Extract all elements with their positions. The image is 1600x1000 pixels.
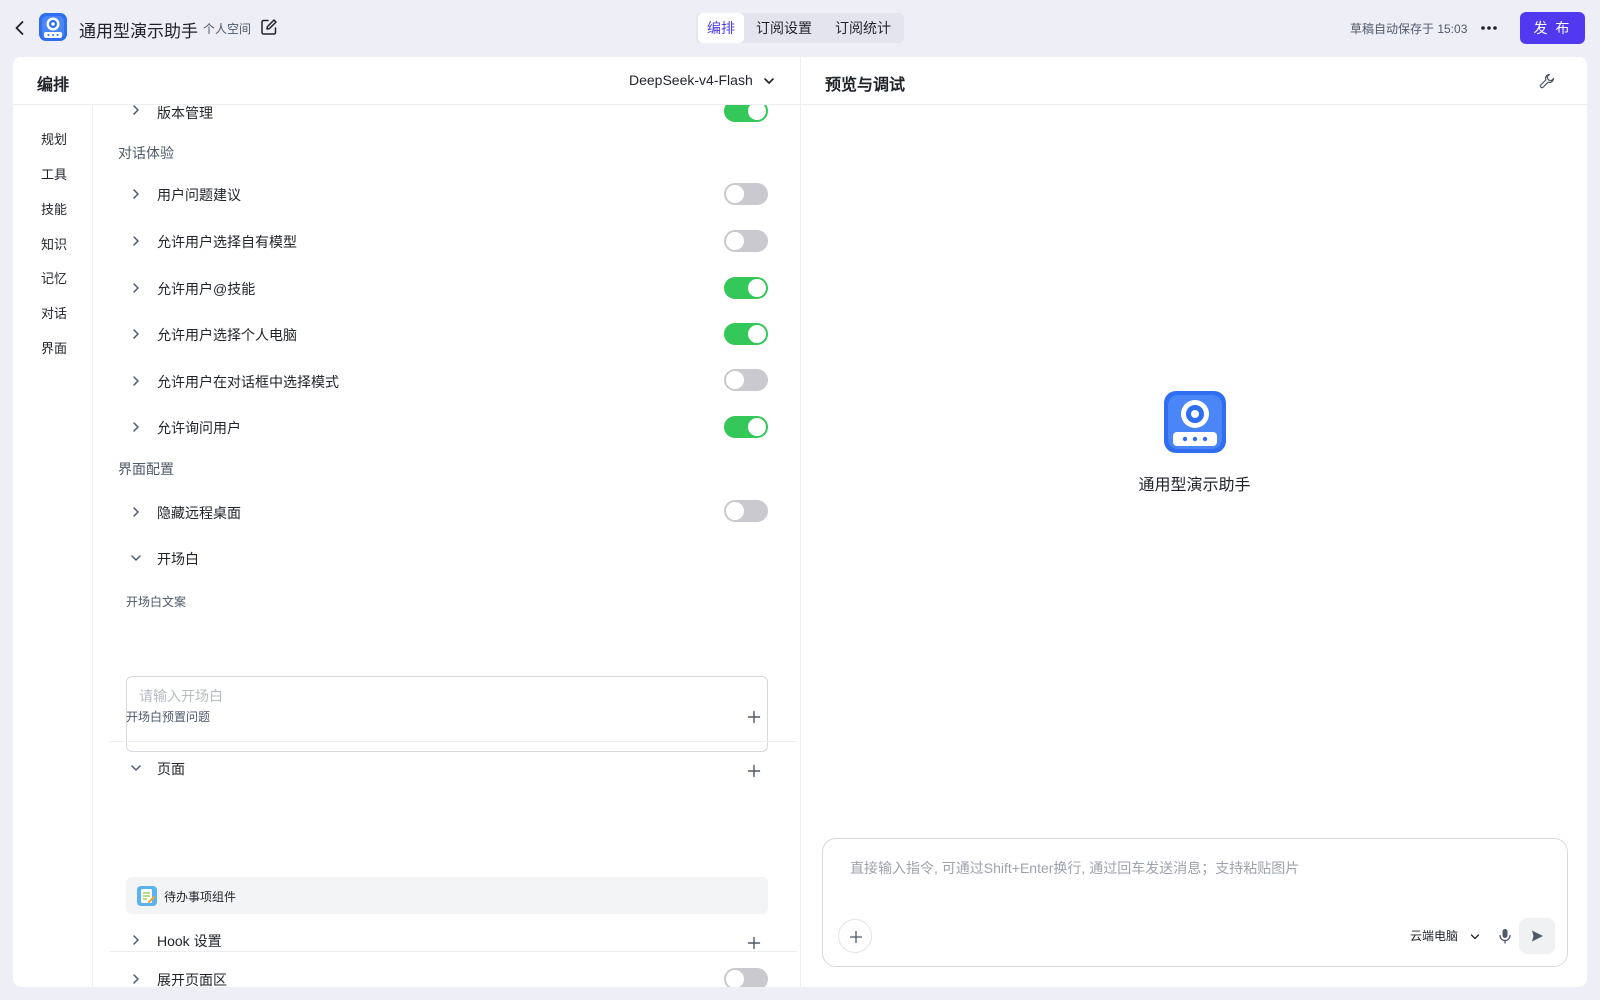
tab-orchestrate[interactable]: 编排 — [698, 13, 744, 43]
preview-header: 预览与调试 — [801, 57, 1588, 105]
add-page-plus-icon[interactable] — [747, 764, 761, 778]
row-label-version-management: 版本管理 — [157, 105, 213, 121]
chevron-right-icon[interactable] — [129, 187, 143, 201]
chevron-down-icon[interactable] — [1469, 931, 1481, 943]
top-bar: 通用型演示助手 个人空间 编排 订阅设置 订阅统计 草稿自动保存于 15:03 … — [0, 0, 1600, 56]
toggle-mode-select[interactable] — [724, 369, 768, 391]
model-selector[interactable]: DeepSeek-v4-Flash — [629, 72, 753, 88]
assistant-name: 通用型演示助手 — [1138, 477, 1251, 494]
mode-tabs: 编排 订阅设置 订阅统计 — [696, 13, 904, 43]
toggle-personal-pc[interactable] — [724, 323, 768, 345]
nav-item-tools[interactable]: 工具 — [41, 164, 67, 183]
space-label: 个人空间 — [203, 22, 252, 36]
send-icon — [1532, 930, 1543, 942]
nav-item-memory[interactable]: 记忆 — [41, 268, 67, 287]
chevron-right-icon[interactable] — [129, 105, 143, 117]
row-label-mode-select: 允许用户在对话框中选择模式 — [157, 374, 339, 390]
chevron-right-icon[interactable] — [129, 374, 143, 388]
widget-label: 待办事项组件 — [164, 890, 237, 904]
plus-icon — [849, 930, 863, 944]
row-label-personal-pc: 允许用户选择个人电脑 — [157, 327, 297, 343]
chevron-right-icon[interactable] — [129, 234, 143, 248]
chat-input-placeholder[interactable]: 直接输入指令, 可通过Shift+Enter换行, 通过回车发送消息；支持粘贴图… — [850, 858, 1299, 878]
toggle-ask-user[interactable] — [724, 416, 768, 438]
chevron-right-icon[interactable] — [129, 972, 143, 986]
row-label-opening: 开场白 — [157, 551, 199, 567]
app-logo-icon — [39, 13, 67, 41]
widget-item-todo[interactable]: 待办事项组件 — [126, 877, 768, 914]
app-name: 通用型演示助手 — [79, 22, 198, 41]
toggle-version-management[interactable] — [724, 105, 768, 122]
orchestration-panel: 编排 DeepSeek-v4-Flash 规划 工具 技能 知识 记忆 对话 界… — [13, 57, 800, 987]
opening-text-label: 开场白文案 — [126, 595, 187, 609]
tab-subscription-settings[interactable]: 订阅设置 — [746, 13, 822, 43]
attach-button[interactable] — [838, 919, 872, 953]
chevron-down-icon[interactable] — [129, 761, 143, 775]
nav-item-interface[interactable]: 界面 — [41, 338, 67, 357]
toggle-expand-page-area[interactable] — [724, 968, 768, 987]
section-ui-config: 界面配置 — [118, 461, 174, 477]
row-label-expand-page-area: 展开页面区 — [157, 972, 227, 987]
orchestration-header: 编排 DeepSeek-v4-Flash — [13, 57, 800, 105]
toggle-at-skill[interactable] — [724, 277, 768, 299]
tab-subscription-stats[interactable]: 订阅统计 — [824, 13, 902, 43]
divider — [109, 951, 797, 952]
chat-input-box[interactable]: 直接输入指令, 可通过Shift+Enter换行, 通过回车发送消息；支持粘贴图… — [822, 838, 1568, 967]
chevron-right-icon[interactable] — [129, 420, 143, 434]
todo-widget-icon — [137, 886, 157, 906]
device-selector[interactable]: 云端电脑 — [1410, 927, 1458, 944]
chevron-right-icon[interactable] — [129, 505, 143, 519]
nav-item-conversation[interactable]: 对话 — [41, 303, 67, 322]
preview-title: 预览与调试 — [825, 77, 906, 94]
panel-title: 编排 — [37, 77, 70, 94]
autosave-status: 草稿自动保存于 15:03 — [1350, 22, 1468, 36]
add-question-plus-icon[interactable] — [747, 710, 761, 724]
send-button[interactable] — [1519, 918, 1555, 954]
back-icon[interactable] — [10, 18, 30, 38]
nav-item-plan[interactable]: 规划 — [41, 129, 67, 148]
row-label-pages: 页面 — [157, 761, 185, 777]
microphone-icon[interactable] — [1496, 927, 1514, 945]
more-icon[interactable] — [1478, 17, 1500, 39]
chevron-right-icon[interactable] — [129, 933, 143, 947]
chevron-right-icon[interactable] — [129, 281, 143, 295]
toggle-hide-remote-desktop[interactable] — [724, 500, 768, 522]
chevron-down-icon[interactable] — [129, 551, 143, 565]
row-label-own-model: 允许用户选择自有模型 — [157, 234, 297, 250]
wrench-icon[interactable] — [1539, 73, 1555, 89]
row-label-ask-user: 允许询问用户 — [157, 420, 241, 436]
section-conversation-experience: 对话体验 — [118, 145, 174, 161]
opening-questions-label: 开场白预置问题 — [126, 710, 211, 724]
chevron-right-icon[interactable] — [129, 327, 143, 341]
add-hook-plus-icon[interactable] — [747, 936, 761, 950]
nav-item-skills[interactable]: 技能 — [41, 199, 67, 218]
section-nav: 规划 工具 技能 知识 记忆 对话 界面 — [13, 105, 93, 987]
row-label-question-suggestions: 用户问题建议 — [157, 187, 241, 203]
row-label-hide-remote-desktop: 隐藏远程桌面 — [157, 505, 241, 521]
nav-item-knowledge[interactable]: 知识 — [41, 234, 67, 253]
toggle-question-suggestions[interactable] — [724, 183, 768, 205]
edit-icon[interactable] — [260, 18, 278, 36]
row-label-at-skill: 允许用户@技能 — [157, 281, 256, 297]
chevron-down-icon[interactable] — [762, 74, 776, 88]
opening-text-placeholder: 请输入开场白 — [139, 688, 223, 704]
toggle-own-model[interactable] — [724, 230, 768, 252]
row-label-hook-settings: Hook 设置 — [157, 933, 222, 949]
settings-content: 版本管理 对话体验 用户问题建议 允许用户选择自有模型 允许用户@技能 允许用户… — [93, 105, 800, 987]
assistant-logo-icon — [1164, 391, 1226, 453]
publish-button[interactable]: 发 布 — [1520, 12, 1585, 44]
preview-panel: 预览与调试 通用型演示助手 直接输入指令, 可通过Shift+Enter换行, … — [800, 57, 1588, 987]
divider — [109, 741, 797, 742]
